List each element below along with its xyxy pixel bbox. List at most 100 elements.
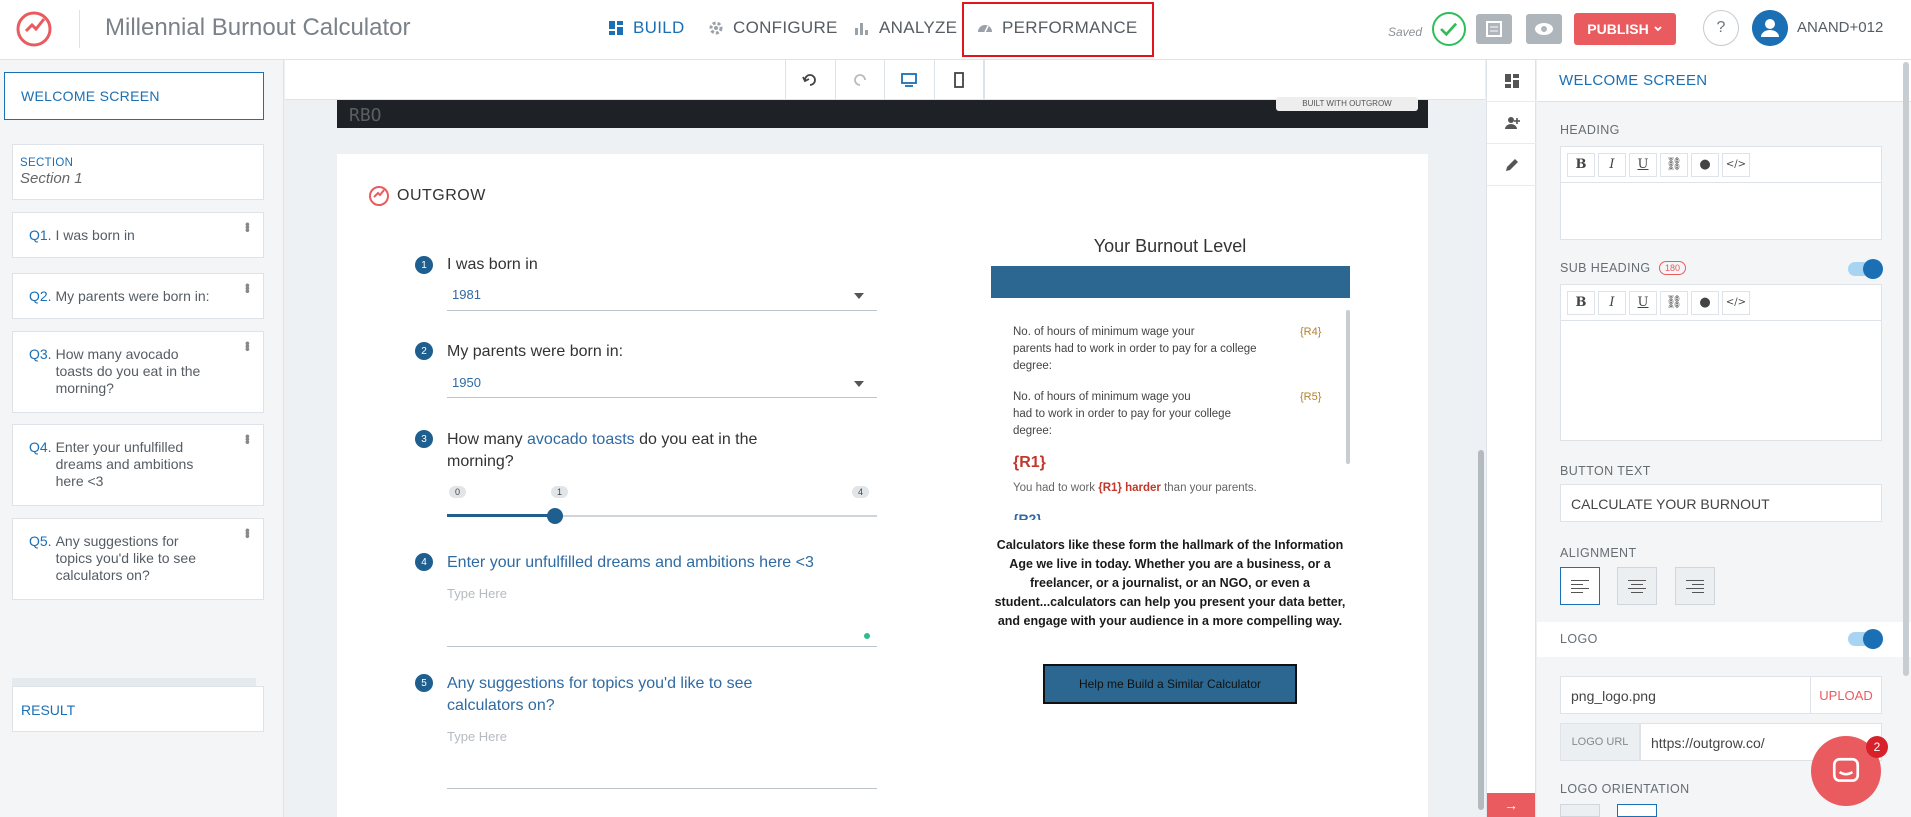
brand-logo: OUTGROW bbox=[367, 184, 486, 208]
result-text-line: degree: bbox=[1013, 425, 1053, 437]
question-label-line: calculators on? bbox=[447, 697, 555, 714]
question-label: I was born in bbox=[447, 256, 538, 273]
logo-toggle[interactable] bbox=[1848, 629, 1883, 649]
more-icon[interactable]: ••• bbox=[240, 341, 256, 350]
sidebar-question[interactable]: Q1. I was born in ••• bbox=[12, 212, 264, 258]
question-text: My parents were born in: bbox=[55, 288, 210, 304]
edit-tab[interactable] bbox=[1487, 144, 1537, 186]
publish-button[interactable]: PUBLISH bbox=[1574, 13, 1676, 45]
sub-heading-toggle[interactable] bbox=[1848, 259, 1883, 279]
color-drop-icon[interactable]: ● bbox=[1691, 152, 1719, 177]
code-icon[interactable]: </> bbox=[1722, 152, 1750, 177]
more-icon[interactable]: ••• bbox=[240, 283, 256, 292]
suggestions-textarea[interactable]: Type Here bbox=[447, 729, 507, 744]
grid-icon bbox=[609, 21, 623, 35]
lead-tab[interactable] bbox=[1487, 102, 1537, 144]
align-left-icon bbox=[1571, 579, 1589, 581]
sidebar-question[interactable]: Q3. How many avocado toasts do you eat in… bbox=[12, 331, 264, 413]
dreams-textarea[interactable]: Type Here bbox=[447, 586, 507, 601]
result-text: No. of hours of minimum wage your parent… bbox=[1013, 324, 1273, 375]
properties-scrollbar[interactable] bbox=[1903, 62, 1909, 676]
more-icon[interactable]: ••• bbox=[240, 528, 256, 537]
result-comparison: You had to work {R1} harder than your pa… bbox=[1013, 482, 1257, 494]
sidebar-item-welcome[interactable]: WELCOME SCREEN bbox=[4, 72, 264, 120]
desktop-view-button[interactable] bbox=[885, 60, 935, 99]
result-cutoff: {R2} bbox=[1013, 512, 1042, 520]
button-text-input[interactable]: CALCULATE YOUR BURNOUT bbox=[1560, 484, 1882, 522]
sub-heading-editor[interactable]: B I U ⛓ ● </> bbox=[1560, 284, 1882, 441]
italic-icon[interactable]: I bbox=[1598, 152, 1626, 177]
hero-text: RBO bbox=[349, 105, 382, 126]
sidebar-question[interactable]: Q4. Enter your unfulfilled dreams and amb… bbox=[12, 424, 264, 506]
question-text: I was born in bbox=[55, 227, 135, 243]
align-line bbox=[1686, 587, 1704, 589]
align-left-button[interactable] bbox=[1560, 567, 1600, 605]
align-line bbox=[1571, 587, 1589, 589]
outgrow-logo-icon[interactable] bbox=[14, 9, 54, 49]
alignment-label: ALIGNMENT bbox=[1560, 546, 1637, 560]
underline-icon[interactable]: U bbox=[1629, 152, 1657, 177]
pencil-icon bbox=[1506, 158, 1518, 171]
orientation-option[interactable] bbox=[1560, 804, 1600, 817]
link-icon[interactable]: ⛓ bbox=[1660, 152, 1688, 177]
arrow-right-icon[interactable]: → bbox=[1487, 793, 1535, 817]
user-name[interactable]: ANAND+012 bbox=[1797, 19, 1883, 36]
heading-editor[interactable]: B I U ⛓ ● </> bbox=[1560, 146, 1882, 240]
question-number: Q4. bbox=[29, 439, 52, 455]
italic-icon[interactable]: I bbox=[1598, 290, 1626, 315]
nav-analyze[interactable]: ANALYZE bbox=[853, 18, 957, 38]
more-icon[interactable]: ••• bbox=[240, 434, 256, 443]
avatar[interactable] bbox=[1752, 10, 1788, 46]
desktop-icon bbox=[901, 72, 918, 87]
parents-born-select[interactable]: 1950 bbox=[452, 375, 481, 390]
underline-icon[interactable]: U bbox=[1629, 290, 1657, 315]
bold-icon[interactable]: B bbox=[1567, 290, 1595, 315]
upload-button[interactable]: UPLOAD bbox=[1810, 676, 1882, 714]
question-label-line: Any suggestions for topics you'd like to… bbox=[447, 675, 753, 692]
gear-icon bbox=[709, 21, 723, 35]
templates-button[interactable] bbox=[1476, 14, 1512, 44]
build-similar-button[interactable]: Help me Build a Similar Calculator bbox=[1043, 664, 1297, 704]
orientation-option[interactable] bbox=[1617, 804, 1657, 817]
nav-build[interactable]: BUILD bbox=[607, 18, 685, 38]
nav-configure[interactable]: CONFIGURE bbox=[707, 18, 838, 38]
slider-handle[interactable] bbox=[546, 508, 563, 524]
question-title: Q2. My parents were born in: bbox=[29, 288, 229, 305]
nav-configure-label: CONFIGURE bbox=[733, 18, 838, 37]
align-center-button[interactable] bbox=[1617, 567, 1657, 605]
mobile-view-button[interactable] bbox=[935, 60, 984, 99]
dropdown-caret-icon[interactable] bbox=[854, 293, 864, 299]
logo-label: LOGO bbox=[1560, 632, 1598, 646]
redo-icon bbox=[853, 73, 866, 86]
sidebar-section[interactable]: SECTION Section 1 bbox=[12, 144, 264, 200]
question-number-badge: 1 bbox=[415, 256, 433, 274]
promo-text: Calculators like these form the hallmark… bbox=[994, 538, 1346, 628]
canvas-scrollbar[interactable] bbox=[1478, 450, 1484, 810]
dropdown-caret-icon[interactable] bbox=[854, 381, 864, 387]
born-year-select[interactable]: 1981 bbox=[452, 287, 481, 302]
layout-tab[interactable] bbox=[1487, 60, 1537, 102]
link-icon[interactable]: ⛓ bbox=[1660, 290, 1688, 315]
align-right-button[interactable] bbox=[1675, 567, 1715, 605]
help-button[interactable]: ? bbox=[1703, 10, 1739, 46]
redo-button[interactable] bbox=[836, 60, 885, 99]
question-number-badge: 2 bbox=[415, 342, 433, 360]
chat-icon bbox=[1832, 757, 1860, 782]
color-drop-icon[interactable]: ● bbox=[1691, 290, 1719, 315]
preview-button[interactable] bbox=[1526, 14, 1562, 44]
result-scrollbar[interactable] bbox=[1346, 310, 1350, 464]
built-with-badge: BUILT WITH OUTGROW bbox=[1276, 97, 1418, 111]
sidebar-question[interactable]: Q2. My parents were born in: ••• bbox=[12, 273, 264, 319]
code-icon[interactable]: </> bbox=[1722, 290, 1750, 315]
question-title: Q1. I was born in bbox=[29, 227, 229, 244]
result-text-line: parents had to work in order to pay for … bbox=[1013, 343, 1257, 355]
bold-icon[interactable]: B bbox=[1567, 152, 1595, 177]
sidebar-item-result[interactable]: RESULT bbox=[12, 686, 264, 732]
logo-file-input[interactable]: png_logo.png bbox=[1560, 676, 1812, 714]
undo-button[interactable] bbox=[786, 60, 836, 99]
more-icon[interactable]: ••• bbox=[240, 222, 256, 231]
question-label: Any suggestions for topics you'd like to… bbox=[447, 673, 752, 717]
app-title[interactable]: Millennial Burnout Calculator bbox=[105, 14, 410, 42]
outgrow-logo-icon bbox=[369, 186, 389, 206]
sidebar-question[interactable]: Q5. Any suggestions for topics you'd like… bbox=[12, 518, 264, 600]
